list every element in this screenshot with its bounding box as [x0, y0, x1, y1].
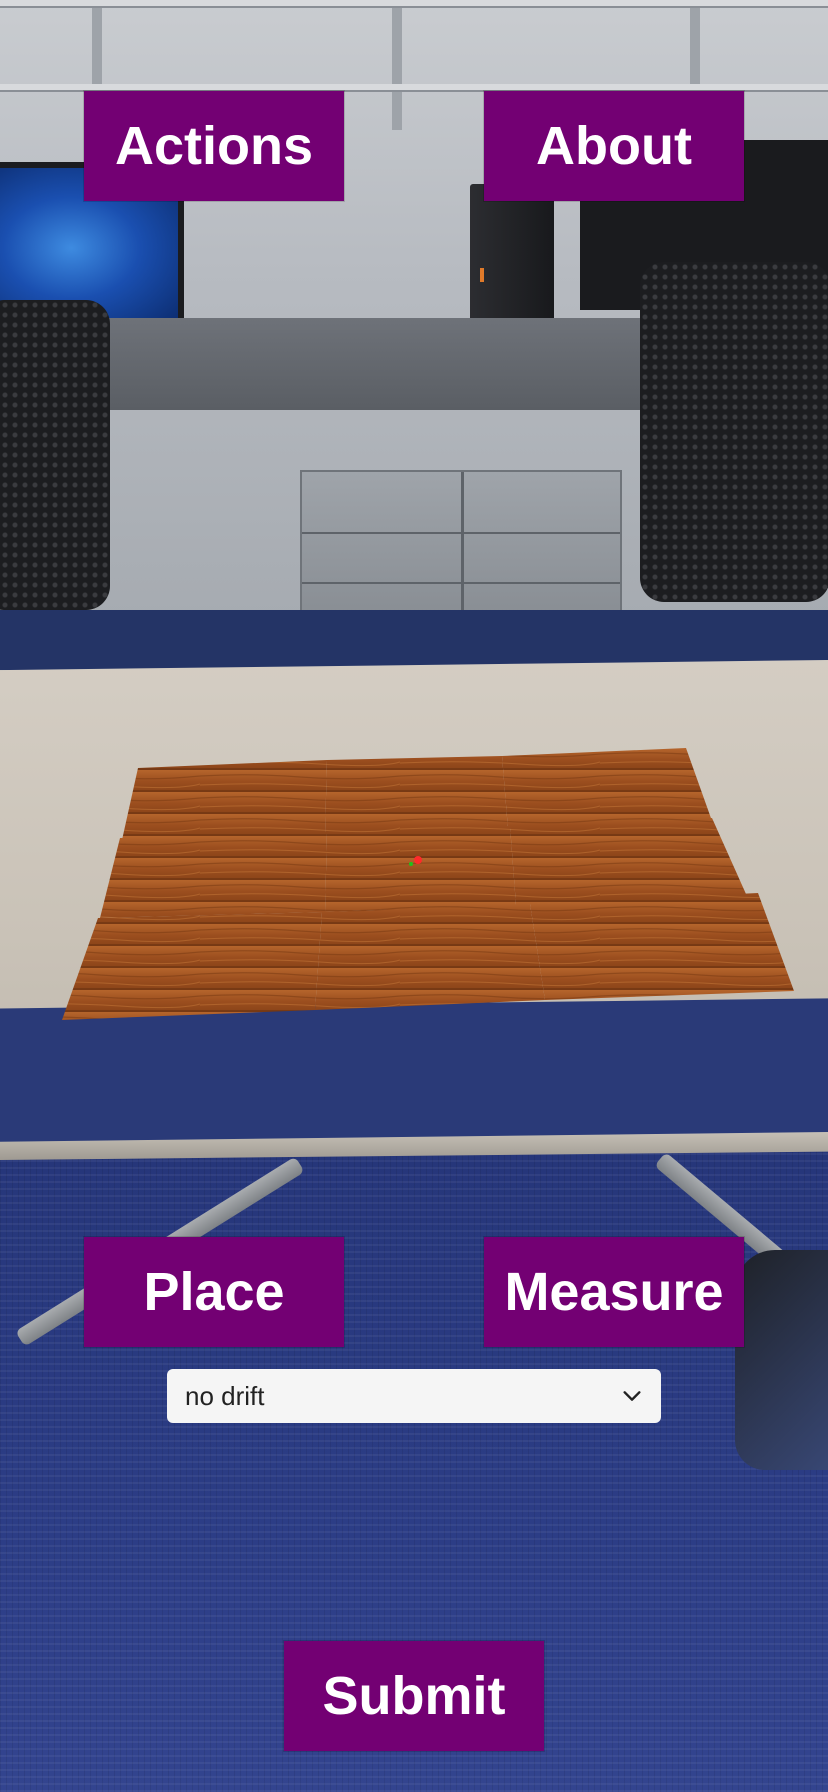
chevron-down-icon	[623, 1391, 641, 1401]
wood-tile	[100, 832, 327, 918]
ar-anchor-marker	[414, 856, 422, 864]
place-button[interactable]: Place	[84, 1237, 344, 1347]
measure-button[interactable]: Measure	[484, 1237, 744, 1347]
actions-button[interactable]: Actions	[84, 91, 344, 201]
drift-select[interactable]: no drift	[167, 1369, 661, 1423]
camera-feed	[0, 0, 828, 1792]
wood-tile	[530, 893, 794, 1000]
about-button[interactable]: About	[484, 91, 744, 201]
ar-anchor-marker-dot	[409, 862, 413, 866]
wood-tile	[502, 748, 712, 829]
submit-button[interactable]: Submit	[284, 1641, 544, 1751]
ar-wood-tiles	[62, 748, 794, 1020]
wood-tile	[315, 904, 545, 1010]
drift-select-value: no drift	[185, 1380, 265, 1411]
wood-tile	[62, 912, 322, 1020]
wood-tile	[510, 818, 746, 905]
wood-tile	[325, 756, 508, 834]
wood-tile	[122, 760, 327, 840]
wood-tile	[325, 826, 516, 912]
